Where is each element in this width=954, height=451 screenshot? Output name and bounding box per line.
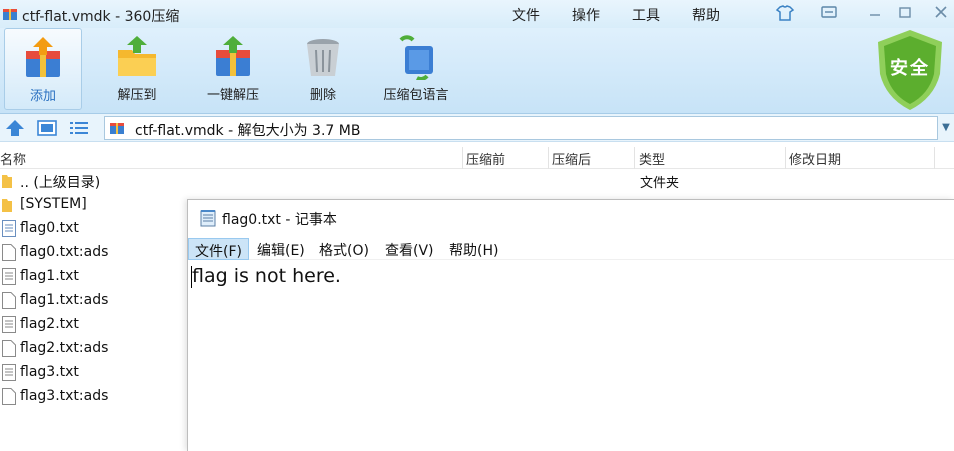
column-original-size[interactable]: 压缩前	[466, 149, 505, 168]
file-name: flag1.txt:ads	[20, 292, 109, 308]
archive-language-button[interactable]: 压缩包语言	[376, 28, 456, 110]
file-name: flag1.txt	[20, 268, 79, 284]
notepad-text-area[interactable]: flag is not here.	[188, 262, 954, 451]
one-click-extract-icon	[216, 36, 250, 76]
list-view-icon[interactable]	[68, 118, 90, 138]
add-archive-icon	[26, 37, 60, 77]
notepad-content: flag is not here.	[192, 265, 341, 287]
archive-file-icon	[110, 123, 124, 134]
column-header: 名称 压缩前 压缩后 类型 修改日期	[0, 147, 954, 169]
window-title: ctf-flat.vmdk - 360压缩	[22, 9, 180, 25]
menu-operation[interactable]: 操作	[572, 5, 600, 25]
notepad-menu-view[interactable]: 查看(V)	[379, 238, 440, 260]
address-bar: ctf-flat.vmdk - 解包大小为 3.7 MB ▼	[0, 114, 954, 142]
notepad-title-bar[interactable]: flag0.txt - 记事本	[188, 200, 954, 236]
security-badge-text: 安全	[890, 58, 930, 79]
main-toolbar: 添加 解压到 一键解压 删除 压缩包语言	[0, 28, 954, 114]
extract-to-button[interactable]: 解压到	[100, 28, 174, 110]
file-name: flag0.txt:ads	[20, 244, 109, 260]
blank-file-icon	[2, 388, 16, 405]
notepad-menu-file[interactable]: 文件(F)	[188, 238, 249, 260]
menu-help[interactable]: 帮助	[692, 5, 720, 25]
file-name: flag0.txt	[20, 220, 79, 236]
text-file-icon	[2, 220, 16, 237]
minimize-icon[interactable]	[864, 3, 886, 23]
close-icon[interactable]	[930, 3, 952, 23]
security-badge[interactable]: 安全	[874, 28, 946, 112]
column-modified-date[interactable]: 修改日期	[789, 149, 841, 168]
delete-label: 删除	[309, 88, 336, 103]
blank-file-icon	[2, 244, 16, 261]
notepad-window: flag0.txt - 记事本 文件(F) 编辑(E) 格式(O) 查看(V) …	[187, 199, 954, 451]
column-divider[interactable]	[934, 147, 935, 169]
extract-to-label: 解压到	[117, 88, 157, 103]
column-name[interactable]: 名称	[0, 149, 26, 168]
maximize-icon[interactable]	[894, 3, 916, 23]
folder-icon	[2, 175, 12, 188]
path-field[interactable]: ctf-flat.vmdk - 解包大小为 3.7 MB	[104, 116, 938, 140]
add-button[interactable]: 添加	[4, 28, 82, 110]
column-divider[interactable]	[548, 147, 549, 169]
notepad-menu-edit[interactable]: 编辑(E)	[251, 238, 311, 260]
title-bar: ctf-flat.vmdk - 360压缩 文件 操作 工具 帮助	[0, 0, 954, 28]
delete-button[interactable]: 删除	[288, 28, 358, 110]
notepad-menu-bar: 文件(F) 编辑(E) 格式(O) 查看(V) 帮助(H)	[188, 238, 954, 260]
archive-app-icon	[3, 9, 17, 20]
text-file-icon	[2, 316, 16, 333]
notepad-menu-help[interactable]: 帮助(H)	[443, 238, 504, 260]
column-divider[interactable]	[785, 147, 786, 169]
file-name: .. (上级目录)	[20, 175, 101, 191]
archive-language-label: 压缩包语言	[383, 88, 449, 103]
menu-file[interactable]: 文件	[512, 5, 540, 25]
notepad-menu-format[interactable]: 格式(O)	[313, 238, 375, 260]
column-type[interactable]: 类型	[639, 149, 665, 168]
notepad-title: flag0.txt - 记事本	[222, 212, 337, 228]
text-file-icon	[2, 364, 16, 381]
menu-tools[interactable]: 工具	[632, 5, 660, 25]
blank-file-icon	[2, 292, 16, 309]
file-name: flag3.txt:ads	[20, 388, 109, 404]
path-dropdown-icon[interactable]: ▼	[938, 116, 954, 140]
thumbnail-view-icon[interactable]	[36, 118, 58, 138]
file-name: flag3.txt	[20, 364, 79, 380]
add-label: 添加	[29, 89, 56, 104]
feedback-icon[interactable]	[818, 3, 840, 23]
up-arrow-icon[interactable]	[4, 118, 26, 138]
column-divider[interactable]	[462, 147, 463, 169]
file-type: 文件夹	[640, 176, 680, 191]
text-file-icon	[2, 268, 16, 285]
skin-shirt-icon[interactable]	[774, 3, 796, 23]
file-name: [SYSTEM]	[20, 196, 87, 212]
path-text: ctf-flat.vmdk - 解包大小为 3.7 MB	[135, 123, 361, 139]
one-click-extract-button[interactable]: 一键解压	[196, 28, 270, 110]
trash-bin-icon	[307, 39, 339, 76]
list-item[interactable]: .. (上级目录) 文件夹	[0, 169, 954, 193]
extract-to-icon	[118, 36, 156, 76]
one-click-extract-label: 一键解压	[206, 88, 259, 103]
notepad-icon	[200, 210, 216, 227]
blank-file-icon	[2, 340, 16, 357]
file-name: flag2.txt	[20, 316, 79, 332]
archive-language-icon	[399, 35, 433, 80]
column-compressed-size[interactable]: 压缩后	[552, 149, 591, 168]
folder-icon	[2, 199, 12, 212]
file-name: flag2.txt:ads	[20, 340, 109, 356]
column-divider[interactable]	[634, 147, 635, 169]
